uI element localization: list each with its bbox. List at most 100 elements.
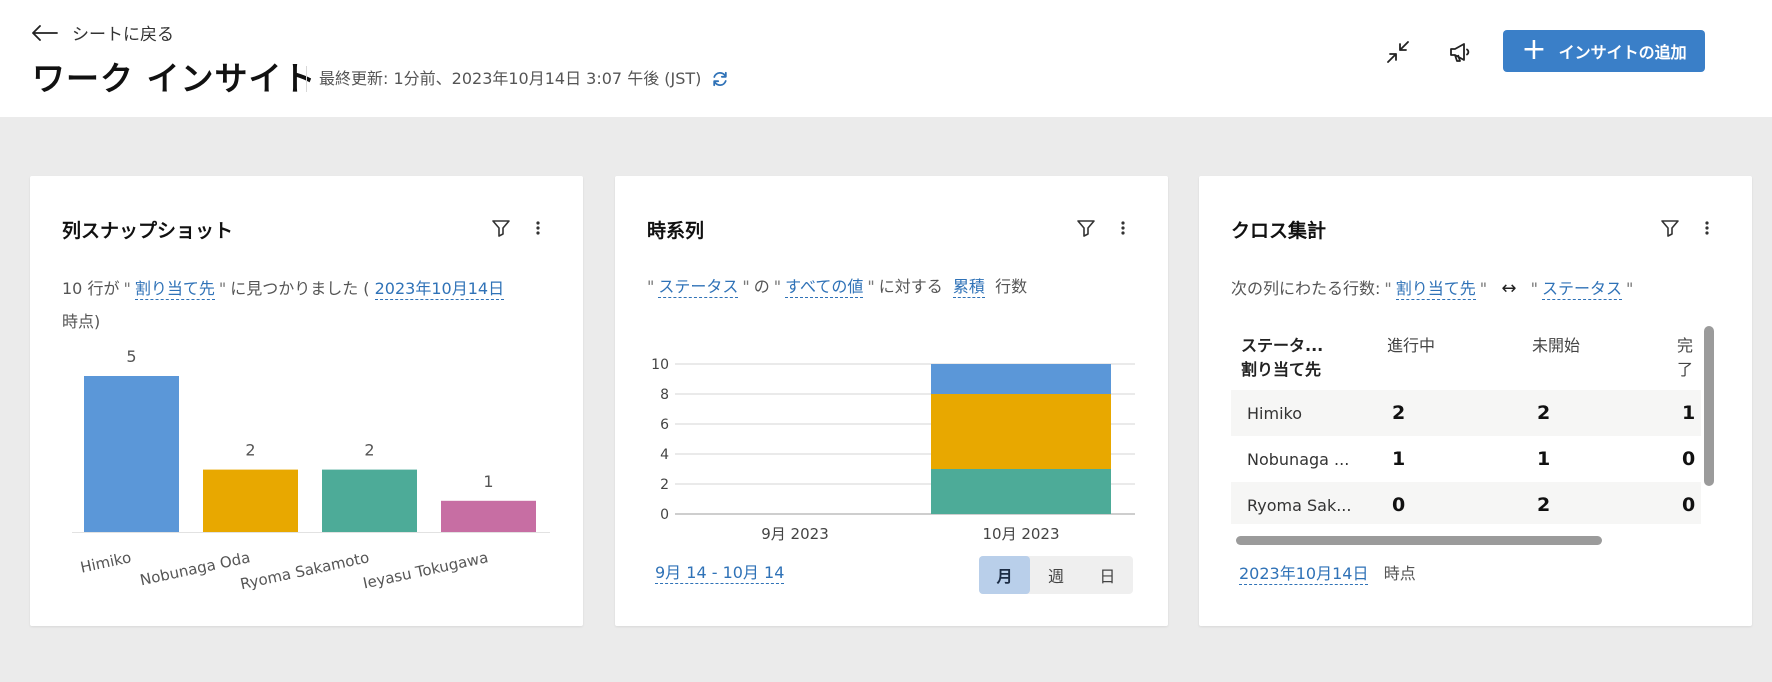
more-vertical-icon[interactable] [535, 220, 541, 236]
bar-value-label: 2 [364, 441, 374, 460]
back-label: シートに戻る [72, 25, 174, 45]
desc-text: に見つかりました ( [230, 279, 370, 298]
desc-text: に対する [878, 277, 943, 296]
table-row: Nobunaga ... 1 1 0 [1231, 436, 1701, 482]
cell-value: 0 [1392, 494, 1406, 516]
category-label: Ieyasu Tokugawa [361, 548, 489, 592]
cross-tab-table: ステータ... 割り当て先 進行中 未開始 完了 Himiko 2 2 1 No… [1231, 324, 1701, 524]
desc-text: 行数 [995, 277, 1028, 296]
horizontal-scrollbar[interactable] [1236, 536, 1602, 545]
as-of-date-link[interactable]: 2023年10月14日 [1239, 564, 1369, 585]
desc-text: 時点) [62, 312, 101, 331]
refresh-icon[interactable] [711, 70, 729, 88]
vertical-scrollbar[interactable] [1704, 326, 1714, 486]
card-title: 時系列 [647, 220, 705, 242]
status-link[interactable]: ステータス [1541, 279, 1622, 300]
cumulative-link[interactable]: 累積 [952, 277, 985, 298]
card-tools [1076, 218, 1126, 238]
filter-icon[interactable] [1076, 218, 1096, 238]
back-to-sheet-link[interactable]: シートに戻る [32, 20, 174, 45]
column-header: 完了 [1677, 336, 1694, 379]
time-series-card: 0 2 4 6 8 10 9月 2023 10月 2023 時系列 " ステータス " の " すべての… [615, 176, 1168, 626]
row-name: Himiko [1247, 403, 1302, 423]
arrows-icon: ↔ [1501, 278, 1517, 299]
cell-value: 0 [1682, 448, 1696, 470]
bar [322, 469, 417, 532]
cell-value: 1 [1682, 402, 1696, 424]
column-snapshot-chart: 5 Himiko 2 Nobunaga Oda 2 Ryoma Sakamoto 1 Ieya… [72, 347, 550, 593]
cell-value: 0 [1682, 494, 1696, 516]
desc-text: 10 行が [62, 279, 120, 298]
x-tick-label: 10月 2023 [982, 525, 1059, 543]
last-updated: 最終更新: 1分前、2023年10月14日 3:07 午後 (JST) [306, 66, 729, 92]
filter-icon[interactable] [1660, 218, 1680, 238]
date-range: 9月 14 - 10月 14 [655, 556, 785, 589]
cell-value: 2 [1537, 402, 1551, 424]
bar [203, 469, 298, 532]
card-title: 列スナップショット [62, 220, 234, 242]
card-description: " ステータス " の " すべての値 " に対する 累積 行数 [647, 277, 1028, 298]
cell-value: 1 [1392, 448, 1406, 470]
y-tick-label: 4 [660, 447, 669, 463]
row-name: Ryoma Sak... [1247, 495, 1352, 515]
column-header: 進行中 [1387, 336, 1436, 355]
collapse-icon[interactable] [1384, 38, 1412, 66]
y-tick-label: 0 [660, 507, 669, 523]
cell-value: 2 [1392, 402, 1406, 424]
stacked-bar-segment [931, 394, 1111, 469]
add-insight-button[interactable]: + インサイトの追加 [1503, 30, 1705, 72]
row-name: Nobunaga ... [1247, 449, 1350, 469]
desc-text: 次の列にわたる行数: [1231, 279, 1381, 298]
card-description: 次の列にわたる行数: " 割り当て先 " ↔ " ステータス " [1231, 278, 1634, 300]
cell-value: 1 [1537, 448, 1551, 470]
y-tick-label: 2 [660, 477, 669, 493]
arrow-left-icon [32, 24, 58, 41]
card-tools [1660, 218, 1710, 238]
cross-tab-card: クロス集計 次の列にわたる行数: " 割り当て先 " ↔ " ステータス " ステータ..… [1199, 176, 1752, 626]
table-row: Ryoma Sak... 0 2 0 [1231, 482, 1701, 524]
column-snapshot-card: 5 Himiko 2 Nobunaga Oda 2 Ryoma Sakamoto 1 Ieya… [30, 176, 583, 626]
date-range-link[interactable]: 9月 14 - 10月 14 [655, 563, 785, 584]
all-values-link[interactable]: すべての値 [785, 277, 864, 298]
date-link[interactable]: 2023年10月14日 [374, 279, 505, 300]
period-toggle: 月 週 日 [979, 556, 1133, 594]
y-tick-label: 10 [651, 357, 669, 373]
bar [441, 500, 536, 532]
bar-value-label: 1 [483, 472, 493, 491]
stacked-bar-segment [931, 364, 1111, 394]
more-vertical-icon[interactable] [1120, 220, 1126, 236]
megaphone-icon[interactable] [1446, 38, 1474, 66]
y-tick-label: 8 [660, 387, 669, 403]
corner-header-assignee: 割り当て先 [1241, 360, 1322, 379]
category-label: Nobunaga Oda [138, 548, 251, 589]
segment-week[interactable]: 週 [1030, 556, 1081, 594]
card-tools [491, 218, 541, 238]
page-title: ワーク インサイト [32, 59, 317, 98]
status-link[interactable]: ステータス [658, 277, 739, 298]
card-description: 10 行が " 割り当て先 " に見つかりました ( 2023年10月14日 時点) [62, 279, 505, 331]
y-tick-label: 6 [660, 417, 669, 433]
last-updated-text: 最終更新: 1分前、2023年10月14日 3:07 午後 (JST) [319, 69, 702, 88]
as-of-suffix: 時点 [1383, 564, 1416, 583]
segment-day[interactable]: 日 [1082, 556, 1133, 594]
column-header: 未開始 [1532, 336, 1581, 355]
segment-month[interactable]: 月 [979, 556, 1031, 594]
table-row: Himiko 2 2 1 [1231, 390, 1701, 436]
add-insight-label: インサイトの追加 [1558, 43, 1687, 62]
card-title: クロス集計 [1231, 220, 1327, 242]
bar-value-label: 2 [245, 441, 255, 460]
page-header: シートに戻る ワーク インサイト 最終更新: 1分前、2023年10月14日 3… [0, 0, 1772, 117]
bar-value-label: 5 [126, 347, 136, 366]
filter-icon[interactable] [491, 218, 511, 238]
more-vertical-icon[interactable] [1704, 220, 1710, 236]
category-label: Himiko [79, 548, 133, 576]
desc-text: の [753, 277, 770, 296]
assignee-link[interactable]: 割り当て先 [1395, 279, 1476, 300]
assignee-link[interactable]: 割り当て先 [134, 279, 215, 300]
plus-icon: + [1521, 31, 1547, 67]
as-of-footer: 2023年10月14日 時点 [1239, 560, 1416, 585]
x-tick-label: 9月 2023 [761, 525, 829, 543]
cell-value: 2 [1537, 494, 1551, 516]
corner-header-status: ステータ... [1241, 336, 1324, 355]
category-label: Ryoma Sakamoto [239, 548, 371, 593]
